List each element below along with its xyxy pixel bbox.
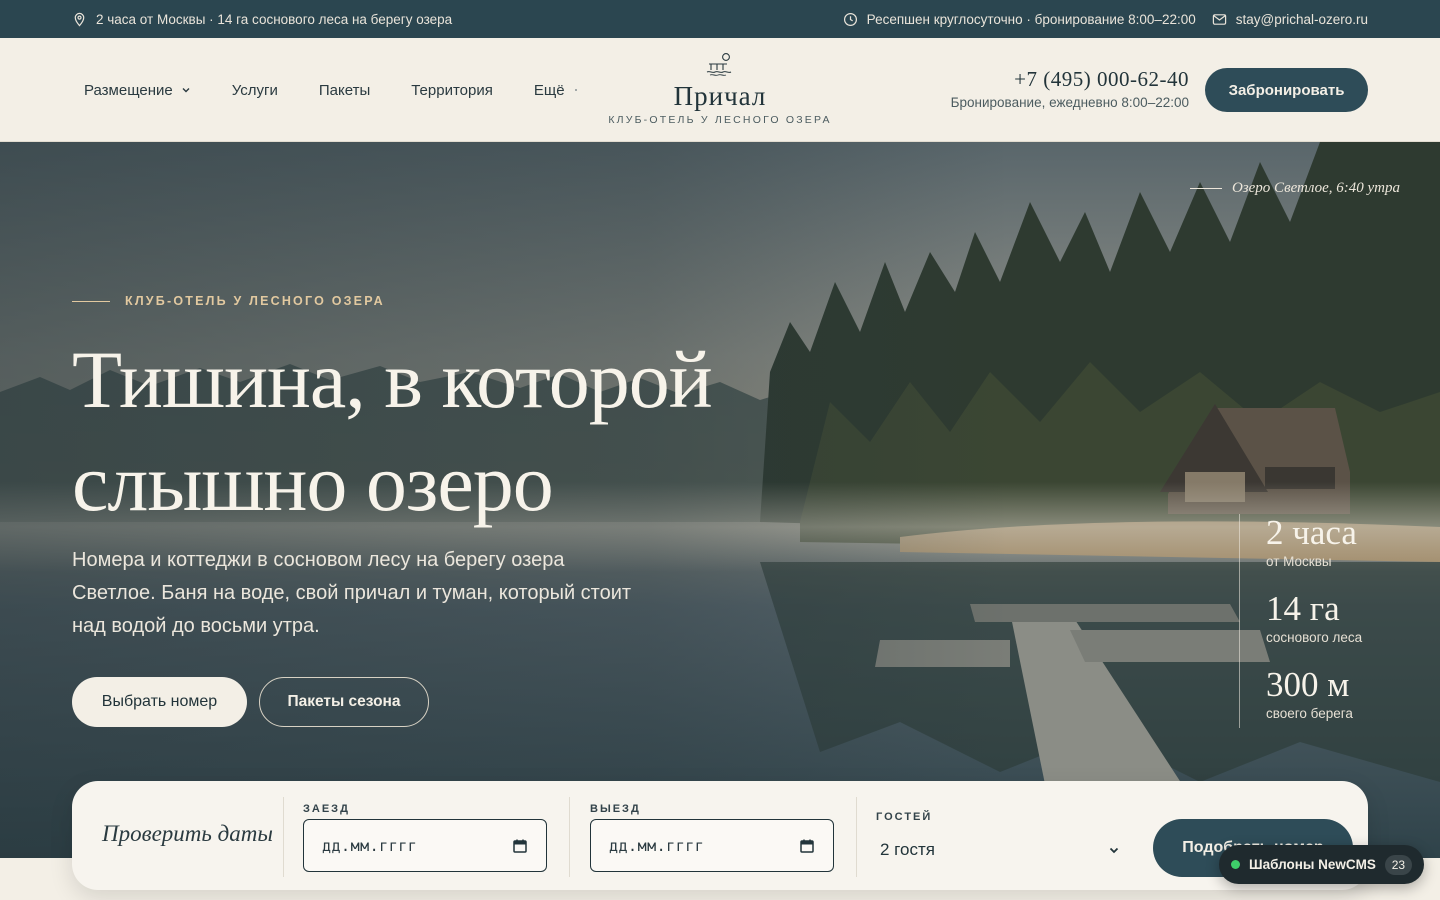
stat-item: 2 часа от Москвы bbox=[1266, 514, 1419, 590]
checkin-placeholder: дд.мм.гггг bbox=[322, 836, 418, 855]
location-text: 2 часа от Москвы · 14 га соснового леса … bbox=[96, 11, 453, 27]
hero-eyebrow: КЛУБ-ОТЕЛЬ У ЛЕСНОГО ОЗЕРА bbox=[72, 294, 385, 308]
calendar-icon[interactable] bbox=[799, 838, 815, 854]
hero-title-line2: слышно озеро bbox=[72, 437, 554, 528]
chevron-down-icon bbox=[182, 88, 190, 93]
templates-widget[interactable]: Шаблоны NewCMS 23 bbox=[1219, 845, 1424, 884]
site-header: Размещение Услуги Пакеты Территория Ещё … bbox=[0, 38, 1440, 142]
nav-label[interactable]: Услуги bbox=[232, 82, 278, 99]
booking-hours: Бронирование, ежедневно 8:00–22:00 bbox=[950, 95, 1189, 110]
main-nav: Размещение Услуги Пакеты Территория Ещё bbox=[84, 38, 579, 142]
guests-select[interactable]: 2 гостя bbox=[880, 835, 1120, 865]
stat-item: 300 м своего берега bbox=[1266, 666, 1419, 742]
logo-title: Причал bbox=[673, 81, 767, 111]
photo-caption: Озеро Светлое, 6:40 утра bbox=[1189, 180, 1400, 197]
stat-label: от Москвы bbox=[1266, 554, 1332, 569]
hero-title-line1: Тишина, в которой bbox=[72, 334, 713, 425]
caption-line bbox=[1189, 188, 1222, 189]
checkin-label: ЗАЕЗД bbox=[303, 803, 350, 815]
nav-item-services[interactable]: Услуги bbox=[232, 82, 278, 99]
stat-label: своего берега bbox=[1266, 706, 1353, 721]
stat-item: 14 га соснового леса bbox=[1266, 590, 1419, 666]
logo-subtitle: КЛУБ-ОТЕЛЬ У ЛЕСНОГО ОЗЕРА bbox=[608, 114, 832, 126]
location-info: 2 часа от Москвы · 14 га соснового леса … bbox=[72, 12, 452, 27]
clock-icon bbox=[843, 12, 857, 26]
phone-link[interactable]: +7 (495) 000-62-40 bbox=[951, 66, 1189, 92]
guests-value: 2 гостя bbox=[880, 840, 935, 859]
divider bbox=[569, 797, 570, 877]
season-packages-button[interactable]: Пакеты сезона bbox=[259, 677, 429, 727]
hero-stats: 2 часа от Москвы 14 га соснового леса 30… bbox=[1239, 514, 1419, 728]
checkin-date-input[interactable]: дд.мм.гггг bbox=[303, 819, 547, 872]
pier-logo-icon bbox=[706, 53, 732, 76]
nav-label[interactable]: Ещё bbox=[534, 82, 565, 99]
reception-text: Ресепшен круглосуточно · бронирование 8:… bbox=[866, 11, 1196, 27]
eyebrow-text: КЛУБ-ОТЕЛЬ У ЛЕСНОГО ОЗЕРА bbox=[125, 294, 385, 308]
nav-label[interactable]: Территория bbox=[411, 82, 493, 99]
checkout-placeholder: дд.мм.гггг bbox=[609, 836, 705, 855]
stat-value: 14 га bbox=[1266, 589, 1340, 628]
stat-value: 2 часа bbox=[1266, 513, 1357, 552]
nav-item-packages[interactable]: Пакеты bbox=[319, 82, 370, 99]
hero-section: Озеро Светлое, 6:40 утра КЛУБ-ОТЕЛЬ У ЛЕ… bbox=[0, 142, 1440, 858]
checkout-date-input[interactable]: дд.мм.гггг bbox=[590, 819, 834, 872]
booking-title: Проверить даты bbox=[102, 821, 273, 846]
calendar-icon[interactable] bbox=[512, 838, 528, 854]
chevron-down-icon bbox=[1109, 847, 1119, 854]
widget-count-badge: 23 bbox=[1384, 854, 1412, 875]
map-pin-icon bbox=[74, 12, 85, 27]
stat-label: соснового леса bbox=[1266, 630, 1363, 645]
caption-text: Озеро Светлое, 6:40 утра bbox=[1231, 180, 1400, 196]
nav-label[interactable]: Размещение bbox=[84, 82, 173, 99]
top-info-bar: 2 часа от Москвы · 14 га соснового леса … bbox=[0, 0, 1440, 38]
nav-item-territory[interactable]: Территория bbox=[411, 82, 493, 99]
hero-lead: Номера и коттеджи в сосновом лесу на бер… bbox=[72, 549, 632, 637]
header-contact: +7 (495) 000-62-40 Бронирование, ежеднев… bbox=[951, 66, 1189, 110]
guests-label: ГОСТЕЙ bbox=[876, 811, 933, 823]
reception-info: Ресепшен круглосуточно · бронирование 8:… bbox=[843, 12, 1196, 27]
dot-icon bbox=[574, 89, 577, 91]
nav-item-accommodation[interactable]: Размещение bbox=[84, 82, 191, 99]
widget-label: Шаблоны NewCMS bbox=[1249, 857, 1376, 872]
stat-value: 300 м bbox=[1266, 665, 1350, 704]
hero-title: Тишина, в которой слышно озеро bbox=[72, 328, 832, 534]
divider bbox=[856, 797, 857, 877]
book-button[interactable]: Забронировать bbox=[1205, 68, 1368, 112]
email-text[interactable]: stay@prichal-ozero.ru bbox=[1236, 12, 1368, 27]
email-link[interactable]: stay@prichal-ozero.ru bbox=[1212, 12, 1368, 27]
eyebrow-line bbox=[72, 300, 110, 302]
online-status-icon bbox=[1231, 860, 1240, 869]
site-logo[interactable]: Причал КЛУБ-ОТЕЛЬ У ЛЕСНОГО ОЗЕРА bbox=[600, 52, 840, 126]
booking-bar: Проверить даты ЗАЕЗД дд.мм.гггг ВЫЕЗД дд… bbox=[72, 781, 1368, 890]
mail-icon bbox=[1212, 13, 1226, 25]
divider bbox=[283, 797, 284, 877]
nav-label[interactable]: Пакеты bbox=[319, 82, 370, 99]
choose-room-button[interactable]: Выбрать номер bbox=[72, 677, 247, 727]
nav-item-more[interactable]: Ещё bbox=[534, 82, 579, 99]
checkout-label: ВЫЕЗД bbox=[590, 803, 641, 815]
